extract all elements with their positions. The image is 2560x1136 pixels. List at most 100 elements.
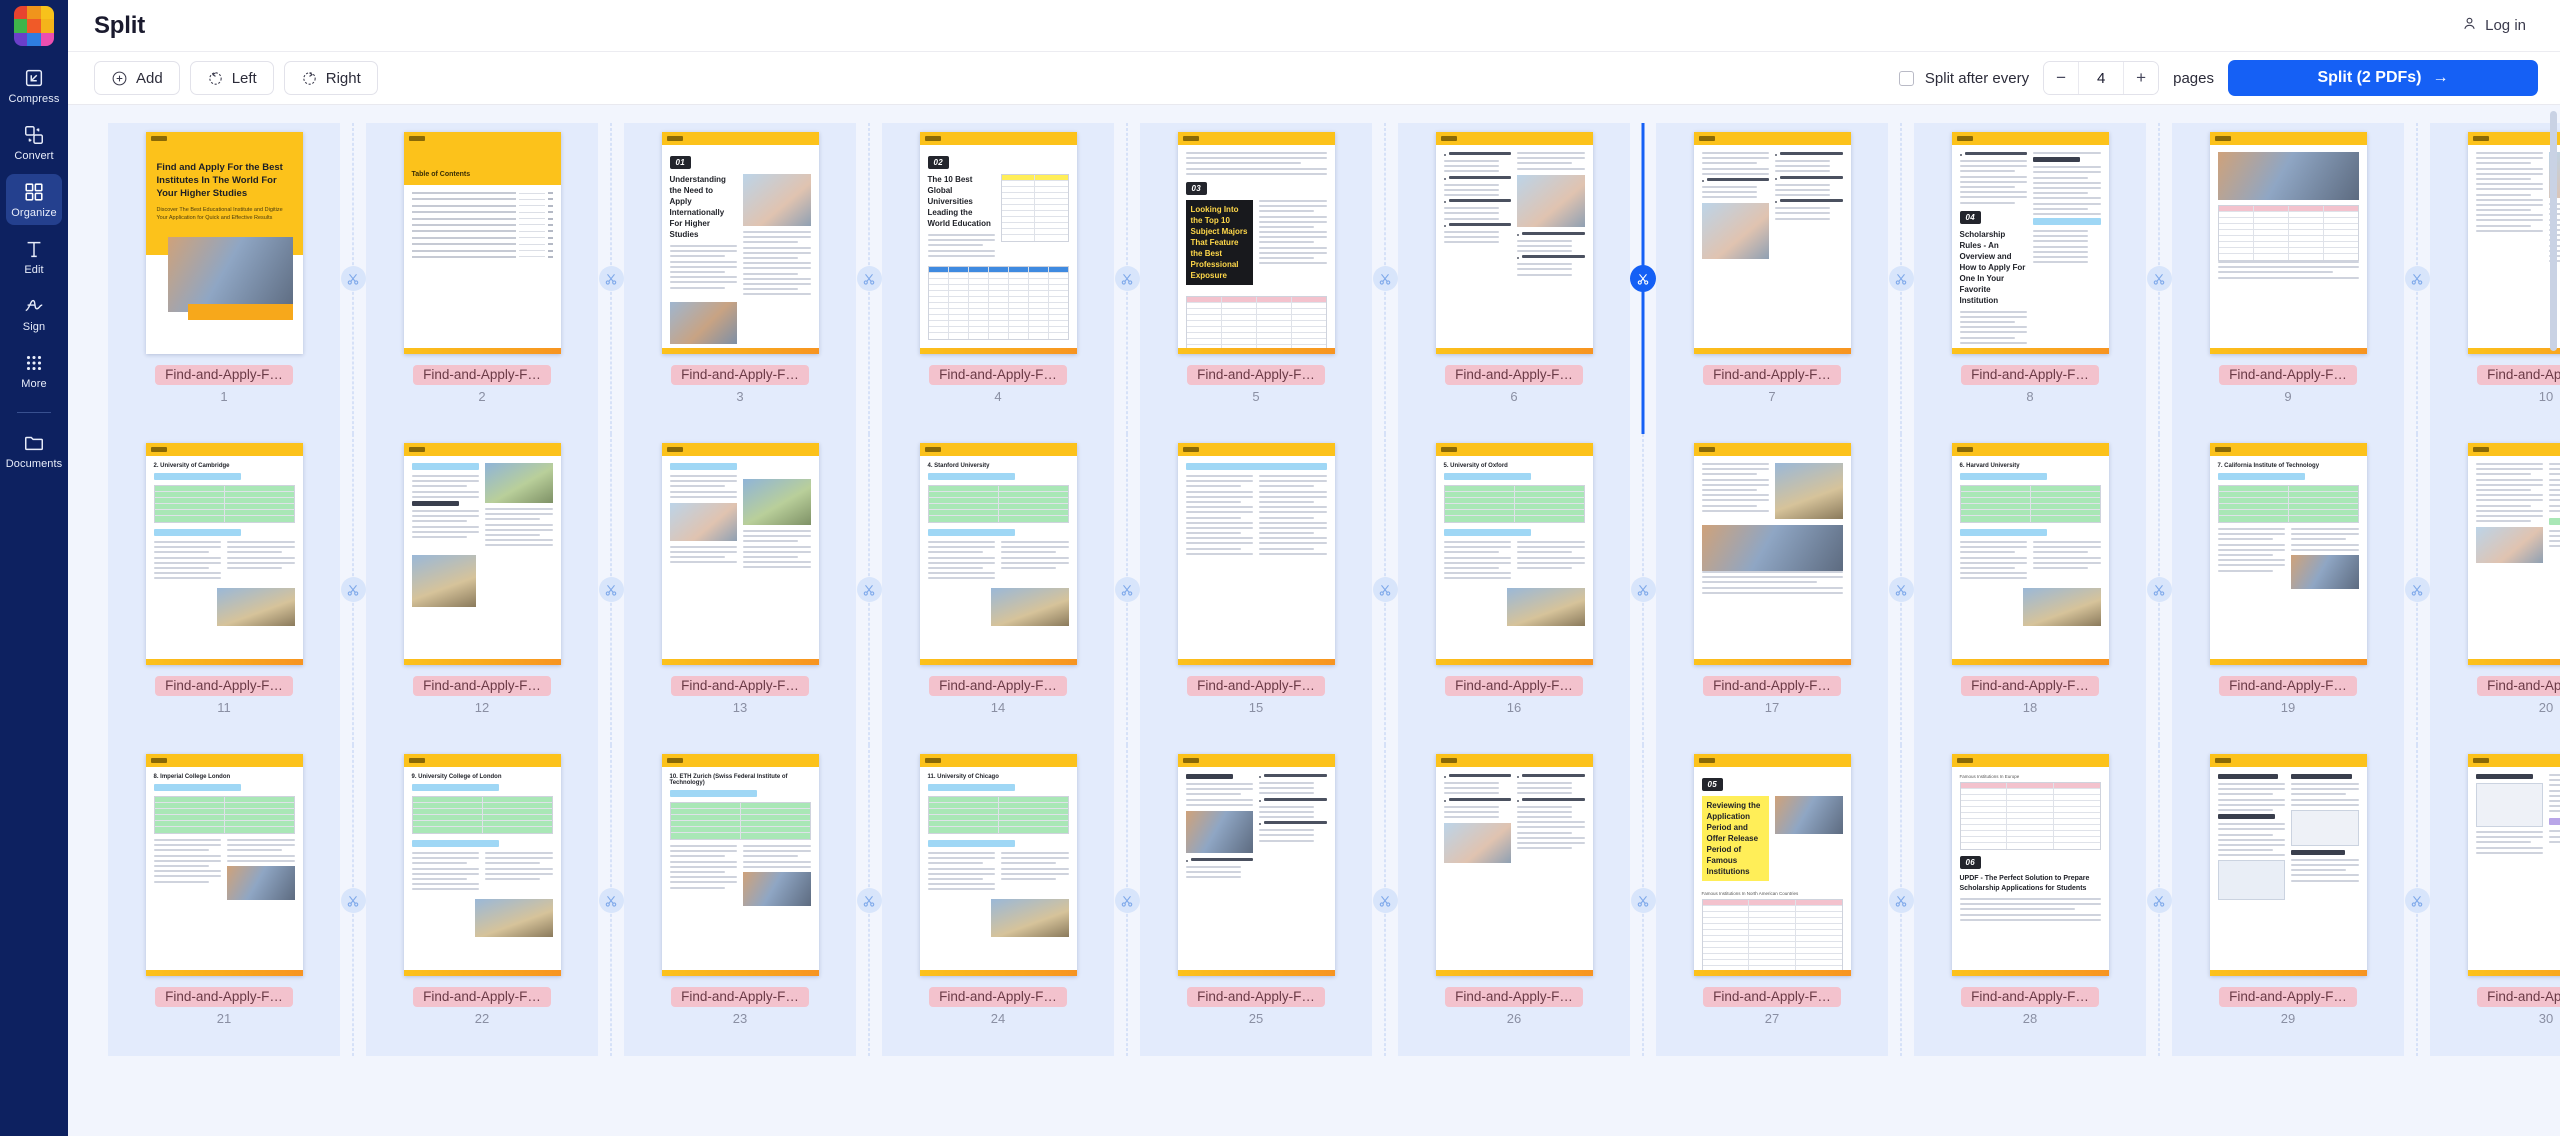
- split-divider[interactable]: [598, 745, 624, 1056]
- page-thumbnail[interactable]: 02 The 10 Best Global Universities Leadin…: [919, 132, 1077, 354]
- page-thumbnail[interactable]: 04 Scholarship Rules - An Overview and Ho…: [1951, 132, 2109, 354]
- split-divider[interactable]: [1372, 123, 1398, 434]
- page-thumbnail-cell[interactable]: 2. University of Cambridge Find-and-Apply…: [108, 434, 340, 745]
- page-thumbnail[interactable]: 6. Harvard University: [1951, 443, 2109, 665]
- split-divider[interactable]: [2404, 745, 2430, 1056]
- scissors-icon[interactable]: [2146, 888, 2172, 913]
- sidebar-item-edit[interactable]: Edit: [6, 231, 62, 282]
- page-thumbnail-cell[interactable]: 6. Harvard University Find-and-Apply-F… 18: [1914, 434, 2146, 745]
- page-thumbnail-cell[interactable]: 4. Stanford University Find-and-Apply-F… 1…: [882, 434, 1114, 745]
- page-thumbnail[interactable]: 4. Stanford University: [919, 443, 1077, 665]
- page-thumbnail-cell[interactable]: 5. University of Oxford Find-and-Apply-F……: [1398, 434, 1630, 745]
- sidebar-item-organize[interactable]: Organize: [6, 174, 62, 225]
- page-thumbnail-cell[interactable]: Find-and-Apply-F… 15: [1140, 434, 1372, 745]
- scissors-icon[interactable]: [340, 888, 366, 913]
- page-thumbnail[interactable]: [2467, 132, 2560, 354]
- page-thumbnail-cell[interactable]: Find-and-Apply-F… 17: [1656, 434, 1888, 745]
- page-thumbnail-cell[interactable]: 9. University College of London Find-and-…: [366, 745, 598, 1056]
- scissors-icon[interactable]: [1630, 577, 1656, 602]
- scissors-icon[interactable]: [1630, 265, 1656, 292]
- split-submit-button[interactable]: Split (2 PDFs) →: [2228, 60, 2538, 96]
- scissors-icon[interactable]: [1372, 577, 1398, 602]
- scissors-icon[interactable]: [1888, 888, 1914, 913]
- pages-canvas[interactable]: Find and Apply For the Best Institutes I…: [68, 105, 2560, 1136]
- scissors-icon[interactable]: [2404, 266, 2430, 291]
- page-thumbnail[interactable]: [1177, 754, 1335, 976]
- page-thumbnail[interactable]: 01 Understanding the Need to Apply Intern…: [661, 132, 819, 354]
- split-divider[interactable]: [1114, 123, 1140, 434]
- scissors-icon[interactable]: [598, 888, 624, 913]
- app-logo[interactable]: [14, 6, 54, 46]
- scissors-icon[interactable]: [1114, 577, 1140, 602]
- split-divider[interactable]: [2404, 123, 2430, 434]
- page-thumbnail[interactable]: [2467, 443, 2560, 665]
- scissors-icon[interactable]: [1888, 266, 1914, 291]
- split-divider[interactable]: [856, 434, 882, 745]
- page-thumbnail-cell[interactable]: Famous Institutions In Europe 06 UPDF - Th…: [1914, 745, 2146, 1056]
- page-thumbnail[interactable]: [1435, 754, 1593, 976]
- stepper-increment-button[interactable]: +: [2124, 62, 2159, 94]
- page-thumbnail-cell[interactable]: Find-and-Apply-F… 30: [2430, 745, 2560, 1056]
- page-thumbnail[interactable]: 05 Reviewing the Application Period and O…: [1693, 754, 1851, 976]
- page-thumbnail-cell[interactable]: Find-and-Apply-F… 7: [1656, 123, 1888, 434]
- scissors-icon[interactable]: [1372, 266, 1398, 291]
- split-divider[interactable]: [340, 123, 366, 434]
- sidebar-item-compress[interactable]: Compress: [6, 60, 62, 111]
- sidebar-item-sign[interactable]: Sign: [6, 288, 62, 339]
- page-thumbnail[interactable]: Famous Institutions In Europe 06 UPDF - Th…: [1951, 754, 2109, 976]
- split-divider[interactable]: [1372, 434, 1398, 745]
- split-divider[interactable]: [2146, 745, 2172, 1056]
- page-thumbnail[interactable]: [403, 443, 561, 665]
- scissors-icon[interactable]: [340, 266, 366, 291]
- page-thumbnail-cell[interactable]: Find-and-Apply-F… 9: [2172, 123, 2404, 434]
- scissors-icon[interactable]: [856, 577, 882, 602]
- page-thumbnail-cell[interactable]: 05 Reviewing the Application Period and O…: [1656, 745, 1888, 1056]
- page-thumbnail-cell[interactable]: Find-and-Apply-F… 29: [2172, 745, 2404, 1056]
- page-thumbnail-cell[interactable]: 8. Imperial College London Find-and-Apply…: [108, 745, 340, 1056]
- scissors-icon[interactable]: [1114, 888, 1140, 913]
- page-thumbnail-cell[interactable]: 01 Understanding the Need to Apply Intern…: [624, 123, 856, 434]
- scissors-icon[interactable]: [598, 577, 624, 602]
- page-thumbnail[interactable]: 11. University of Chicago: [919, 754, 1077, 976]
- split-divider[interactable]: [1630, 434, 1656, 745]
- vertical-scrollbar[interactable]: [2550, 111, 2557, 351]
- split-divider[interactable]: [2404, 434, 2430, 745]
- page-thumbnail[interactable]: [2209, 132, 2367, 354]
- split-divider[interactable]: [1888, 434, 1914, 745]
- page-thumbnail[interactable]: [661, 443, 819, 665]
- scissors-icon[interactable]: [1630, 888, 1656, 913]
- rotate-left-button[interactable]: Left: [189, 61, 274, 95]
- split-divider[interactable]: [340, 434, 366, 745]
- scissors-icon[interactable]: [856, 888, 882, 913]
- sidebar-item-documents[interactable]: Documents: [6, 425, 62, 476]
- page-thumbnail[interactable]: 03 Looking Into the Top 10 Subject Majors…: [1177, 132, 1335, 354]
- scissors-icon[interactable]: [2146, 266, 2172, 291]
- scissors-icon[interactable]: [1888, 577, 1914, 602]
- add-button[interactable]: Add: [94, 61, 180, 95]
- page-thumbnail[interactable]: Find and Apply For the Best Institutes I…: [145, 132, 303, 354]
- split-divider[interactable]: [2146, 123, 2172, 434]
- page-thumbnail-cell[interactable]: 11. University of Chicago Find-and-Apply-…: [882, 745, 1114, 1056]
- split-divider[interactable]: [1114, 745, 1140, 1056]
- page-thumbnail[interactable]: 5. University of Oxford: [1435, 443, 1593, 665]
- page-thumbnail-cell[interactable]: 03 Looking Into the Top 10 Subject Majors…: [1140, 123, 1372, 434]
- page-thumbnail-cell[interactable]: 04 Scholarship Rules - An Overview and Ho…: [1914, 123, 2146, 434]
- split-divider[interactable]: [1888, 123, 1914, 434]
- split-divider[interactable]: [856, 123, 882, 434]
- page-thumbnail-cell[interactable]: Find-and-Apply-F… 20: [2430, 434, 2560, 745]
- scissors-icon[interactable]: [856, 266, 882, 291]
- scissors-icon[interactable]: [2404, 888, 2430, 913]
- split-divider[interactable]: [2146, 434, 2172, 745]
- split-divider[interactable]: [598, 123, 624, 434]
- page-thumbnail-cell[interactable]: 7. California Institute of Technology Fin…: [2172, 434, 2404, 745]
- split-divider[interactable]: [1372, 745, 1398, 1056]
- split-divider[interactable]: [1630, 745, 1656, 1056]
- rotate-right-button[interactable]: Right: [283, 61, 378, 95]
- page-thumbnail-cell[interactable]: Find-and-Apply-F… 12: [366, 434, 598, 745]
- scissors-icon[interactable]: [2146, 577, 2172, 602]
- page-thumbnail[interactable]: [1435, 132, 1593, 354]
- page-thumbnail[interactable]: [1693, 132, 1851, 354]
- split-divider[interactable]: [340, 745, 366, 1056]
- login-button[interactable]: Log in: [2449, 9, 2538, 42]
- page-thumbnail[interactable]: 2. University of Cambridge: [145, 443, 303, 665]
